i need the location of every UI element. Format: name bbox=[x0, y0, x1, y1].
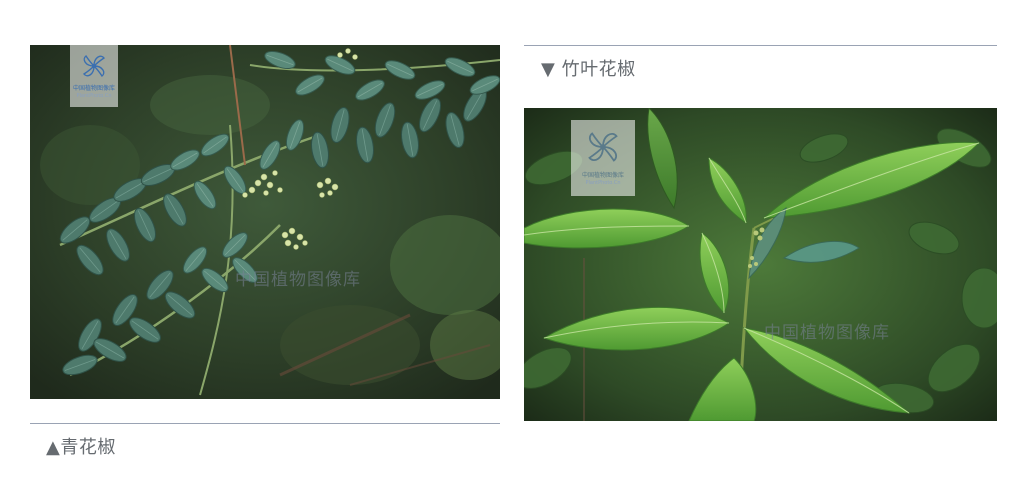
watermark-ghost-text: 中国植物图像库 bbox=[764, 323, 890, 343]
pinwheel-logo-icon bbox=[588, 132, 618, 162]
right-caption-divider bbox=[524, 45, 997, 46]
watermark-subtitle: PlantPhoto.Cn bbox=[76, 93, 112, 99]
watermark-title: 中国植物图像库 bbox=[581, 172, 624, 179]
watermark-subtitle: PlantPhoto.Cn bbox=[585, 180, 621, 186]
watermark-badge: 中国植物图像库 PlantPhoto.Cn bbox=[571, 120, 635, 196]
zhuyehuajiao-caption: ▼ 竹叶花椒 bbox=[541, 59, 636, 80]
qinghuajiao-caption: ▲青花椒 bbox=[46, 437, 116, 458]
watermark-ghost-text: 中国植物图像库 bbox=[235, 270, 361, 290]
pinwheel-logo-icon bbox=[82, 54, 106, 78]
watermark-title: 中国植物图像库 bbox=[72, 85, 115, 92]
left-caption-divider bbox=[30, 423, 500, 424]
watermark-badge: 中国植物图像库 PlantPhoto.Cn bbox=[70, 45, 118, 107]
